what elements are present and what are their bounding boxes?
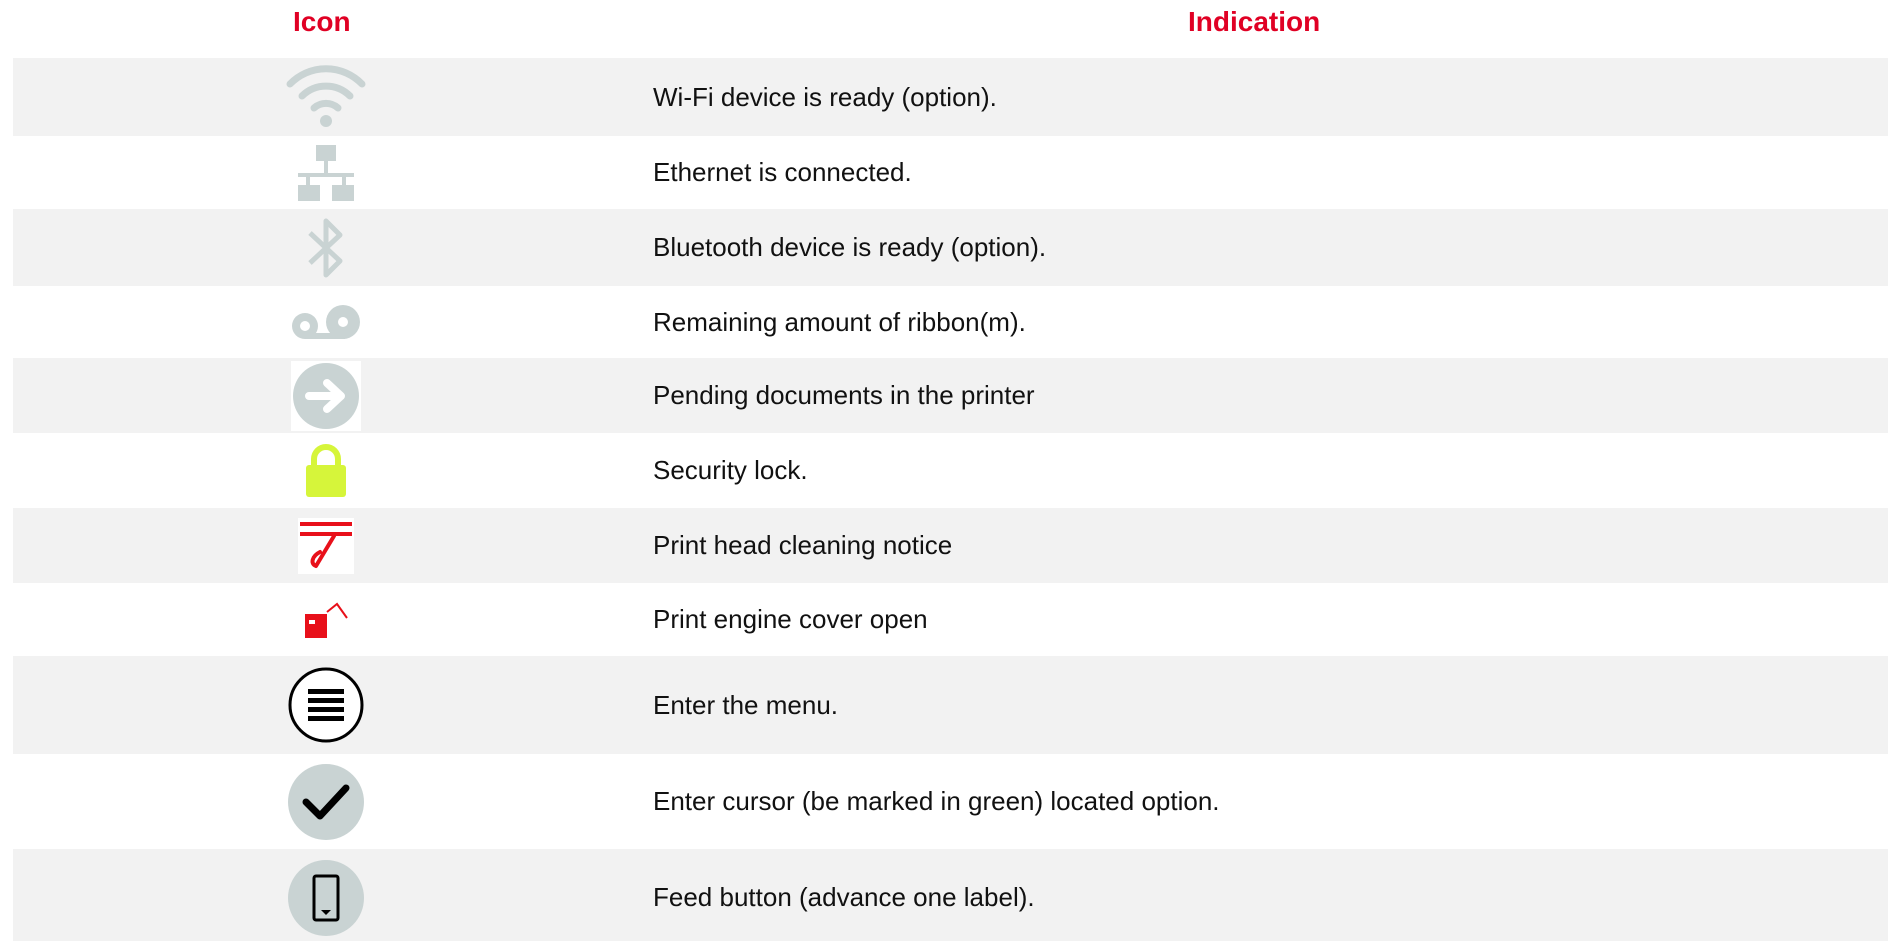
icon-column-header: Icon — [293, 6, 351, 37]
feed-icon — [286, 849, 366, 941]
ethernet-icon — [294, 136, 358, 209]
table-row: Feed button (advance one label). — [13, 849, 1888, 941]
indication-text: Ethernet is connected. — [653, 157, 912, 187]
menu-icon — [286, 656, 366, 754]
indication-text: Enter cursor (be marked in green) locate… — [653, 786, 1220, 816]
table-header: Icon Indication — [0, 0, 1888, 48]
table-row: Enter the menu. — [13, 656, 1888, 754]
indication-text: Bluetooth device is ready (option). — [653, 232, 1047, 262]
indication-text: Print engine cover open — [653, 604, 928, 634]
ribbon-icon — [289, 286, 363, 358]
indication-text: Print head cleaning notice — [653, 530, 953, 560]
table-row: Enter cursor (be marked in green) locate… — [13, 754, 1888, 849]
table-row: Remaining amount of ribbon(m). — [13, 286, 1888, 358]
cover-open-icon — [301, 583, 351, 656]
table-row: Print engine cover open — [13, 583, 1888, 656]
indication-column-header: Indication — [1188, 6, 1321, 37]
wifi-icon — [286, 58, 366, 136]
lock-icon — [304, 433, 348, 508]
bluetooth-icon — [304, 209, 348, 286]
indication-text: Enter the menu. — [653, 689, 838, 720]
table-row: Bluetooth device is ready (option). — [13, 209, 1888, 286]
table-row: Ethernet is connected. — [13, 136, 1888, 209]
indication-text: Remaining amount of ribbon(m). — [653, 306, 1026, 337]
table-row: Wi-Fi device is ready (option). — [13, 58, 1888, 136]
indication-text: Wi-Fi device is ready (option). — [653, 81, 997, 112]
indication-text: Pending documents in the printer — [653, 380, 1035, 410]
icon-indication-table: Icon Indication Wi-Fi device is ready (o… — [0, 0, 1888, 941]
table-row: Security lock. — [13, 433, 1888, 508]
indication-text: Feed button (advance one label). — [653, 882, 1035, 912]
pending-arrow-icon — [291, 358, 361, 433]
table-body: Wi-Fi device is ready (option). Ethernet… — [13, 58, 1888, 941]
indication-text: Security lock. — [653, 455, 808, 485]
check-icon — [286, 754, 366, 849]
table-row: Pending documents in the printer — [13, 358, 1888, 433]
table-row: Print head cleaning notice — [13, 508, 1888, 583]
print-head-cleaning-icon — [298, 508, 354, 583]
